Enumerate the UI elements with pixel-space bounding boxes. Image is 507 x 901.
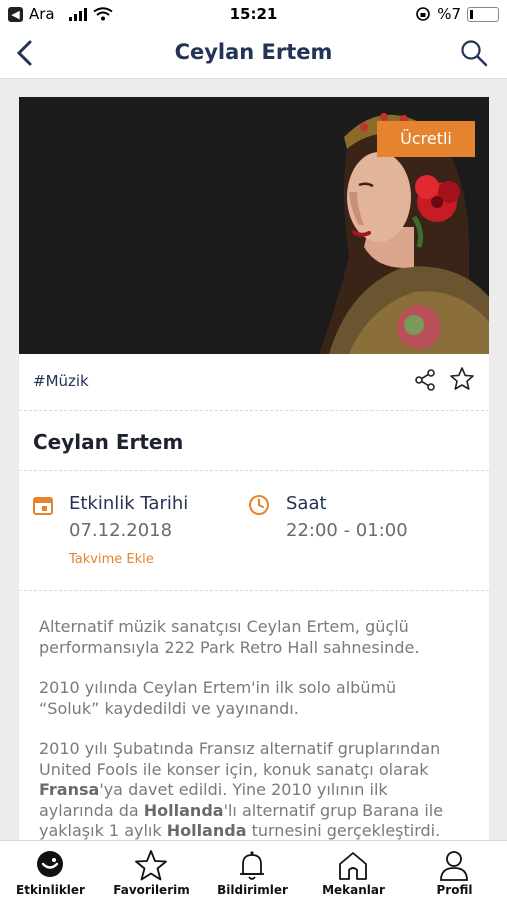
tab-venues[interactable]: Mekanlar	[303, 841, 404, 901]
add-to-calendar-link[interactable]: Takvime Ekle	[69, 552, 154, 567]
tab-notifications[interactable]: Bildirimler	[202, 841, 303, 901]
rotation-lock-icon	[416, 7, 431, 21]
tab-label: Bildirimler	[217, 883, 288, 897]
date-value: 07.12.2018	[69, 520, 173, 541]
description-paragraph: 2010 yılı Şubatında Fransız alternatif g…	[39, 739, 444, 840]
tab-label: Favorilerim	[113, 883, 190, 897]
event-description: Alternatif müzik sanatçısı Ceylan Ertem,…	[39, 617, 459, 857]
star-icon	[135, 850, 167, 881]
battery-icon	[467, 6, 499, 22]
event-info-row: Etkinlik Tarihi 07.12.2018 Takvime Ekle …	[19, 470, 489, 591]
tab-favorites[interactable]: Favorilerim	[101, 841, 202, 901]
event-title: Ceylan Ertem	[33, 430, 184, 454]
battery-percent: %7	[437, 5, 461, 23]
date-label: Etkinlik Tarihi	[69, 493, 189, 514]
share-icon[interactable]	[413, 368, 437, 392]
tab-events[interactable]: Etkinlikler	[0, 841, 101, 901]
tab-bar: Etkinlikler Favorilerim Bildirimler Meka…	[0, 840, 507, 901]
tab-profile[interactable]: Profil	[404, 841, 505, 901]
nav-bar: Ceylan Ertem	[0, 28, 507, 79]
status-bar: ◀ Ara 15:21 %7	[0, 0, 507, 28]
events-icon	[37, 851, 63, 877]
description-paragraph: 2010 yılında Ceylan Ertem'in ilk solo al…	[39, 678, 397, 718]
bell-icon	[240, 851, 264, 880]
home-icon	[339, 852, 367, 880]
tab-label: Mekanlar	[322, 883, 385, 897]
person-icon	[440, 851, 468, 881]
time-label: Saat	[286, 493, 327, 514]
description-paragraph: Alternatif müzik sanatçısı Ceylan Ertem,…	[39, 617, 420, 657]
tag-row: #Müzik	[19, 354, 489, 411]
event-title-row: Ceylan Ertem	[19, 410, 489, 471]
search-icon[interactable]	[459, 38, 489, 68]
event-image: Ücretli	[19, 97, 489, 354]
tab-label: Profil	[436, 883, 473, 897]
time-value: 22:00 - 01:00	[286, 520, 408, 541]
paid-badge: Ücretli	[377, 121, 475, 157]
category-tag[interactable]: #Müzik	[33, 372, 89, 390]
page-title: Ceylan Ertem	[174, 40, 333, 64]
calendar-icon	[33, 497, 53, 515]
event-card: Ücretli #Müzik Ceylan Ertem Etkinlik Tar…	[19, 97, 489, 857]
tab-label: Etkinlikler	[16, 883, 85, 897]
clock-icon	[249, 495, 269, 515]
favorite-star-icon[interactable]	[449, 366, 475, 392]
